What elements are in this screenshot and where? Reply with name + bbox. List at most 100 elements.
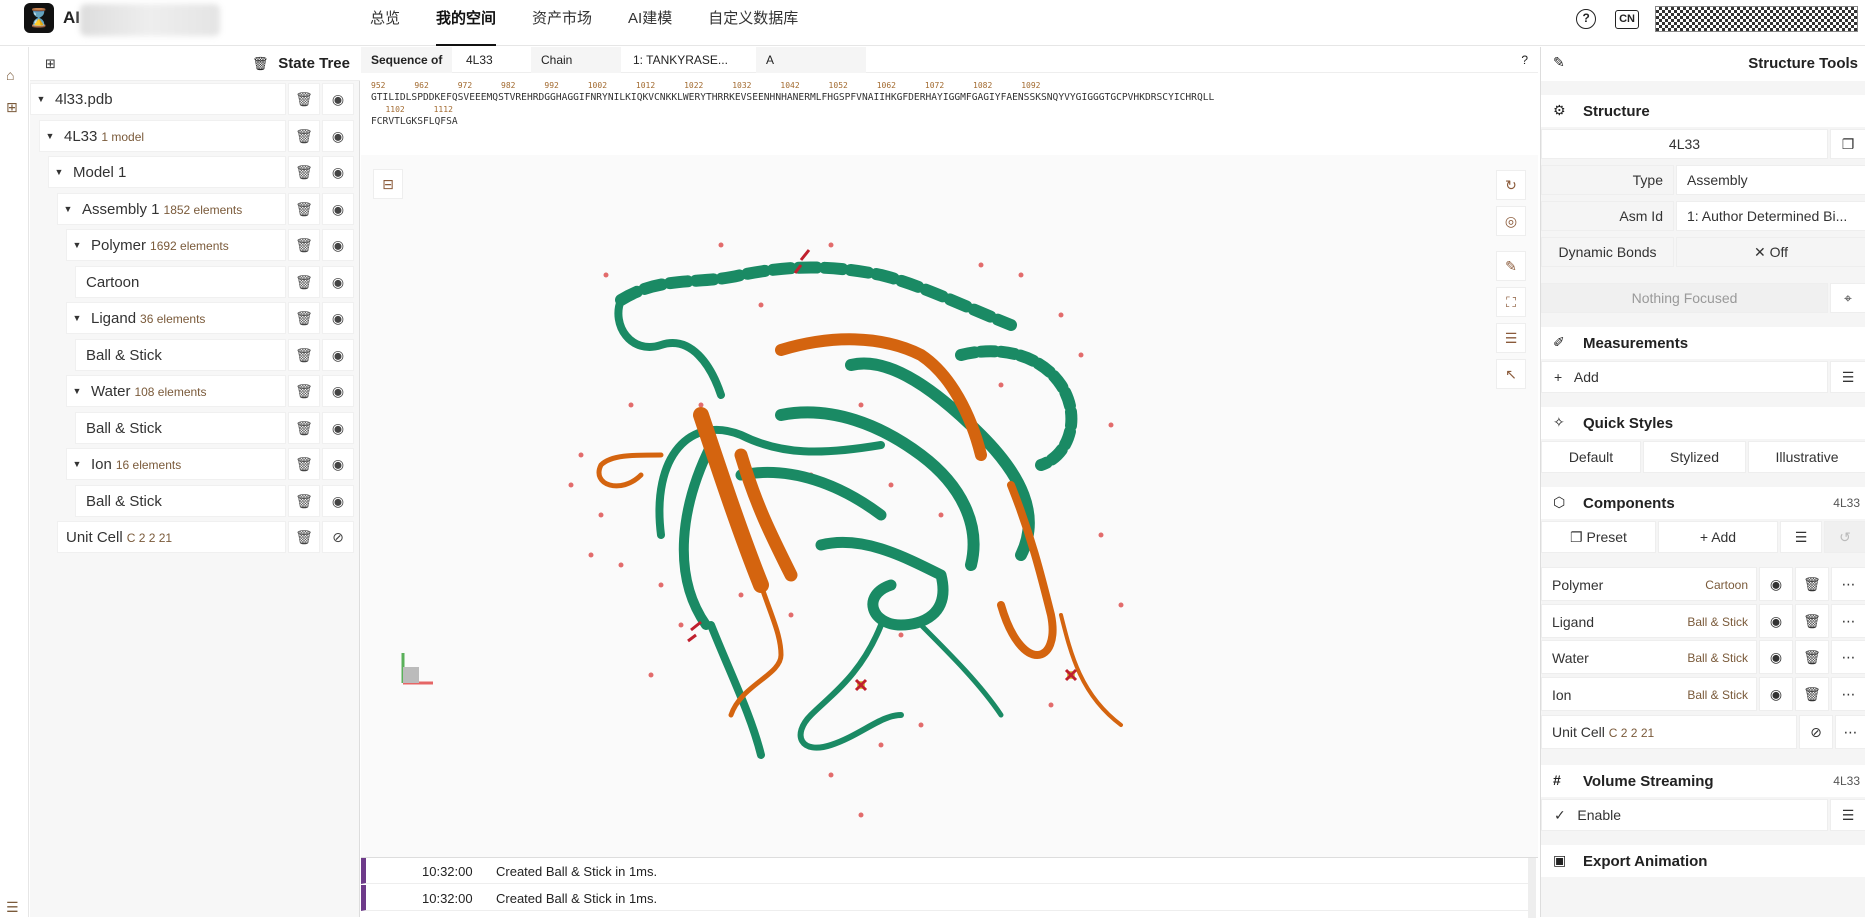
help-icon[interactable]: ? <box>1576 9 1597 29</box>
language-toggle[interactable]: CN <box>1615 9 1639 29</box>
app-logo-icon[interactable]: ⌛ <box>24 3 54 33</box>
preset-button[interactable]: ❐ Preset <box>1541 521 1656 553</box>
nav-overview[interactable]: 总览 <box>370 0 400 46</box>
collapse-caret-icon[interactable]: ▼ <box>33 91 49 107</box>
delete-icon[interactable]: 🗑 <box>1795 640 1829 674</box>
nav-my-space[interactable]: 我的空间 <box>436 0 497 46</box>
asm-id-select[interactable]: 1: Author Determined Bi... <box>1676 201 1865 231</box>
delete-icon[interactable]: 🗑 <box>288 484 320 517</box>
eye-icon[interactable]: ◉ <box>322 265 354 298</box>
component-row[interactable]: Polymer Cartoon <box>1541 567 1757 601</box>
delete-icon[interactable]: 🗑 <box>288 375 320 407</box>
user-avatar[interactable] <box>1655 6 1858 32</box>
nav-custom-db[interactable]: 自定义数据库 <box>708 0 798 46</box>
component-row[interactable]: Ligand Ball & Stick <box>1541 603 1757 638</box>
sequence-line[interactable]: GTILIDLSPDDKEFQSVEEEMQSTVREHRDGGHAGGIFNR… <box>371 91 1528 105</box>
more-icon[interactable]: ⋯ <box>1831 676 1865 711</box>
tree-node[interactable]: ▼ Water 108 elements <box>66 375 286 407</box>
tree-node[interactable]: Cartoon <box>75 265 286 298</box>
unit-cell-component[interactable]: Unit Cell C 2 2 21 <box>1541 715 1797 749</box>
quick-styles-section[interactable]: ✧ Quick Styles <box>1541 407 1865 439</box>
add-measurement-button[interactable]: + Add <box>1541 361 1828 393</box>
tree-node[interactable]: ▼ 4L33 1 model <box>39 119 286 152</box>
more-icon[interactable]: ⋯ <box>1831 567 1865 601</box>
component-options-icon[interactable]: ☰ <box>1780 521 1822 553</box>
tree-node[interactable]: ▼ 4l33.pdb <box>30 83 286 115</box>
delete-icon[interactable]: 🗑 <box>288 448 320 480</box>
delete-icon[interactable]: 🗑 <box>288 156 320 188</box>
eye-icon[interactable]: ◉ <box>1759 640 1793 674</box>
collapse-caret-icon[interactable]: ▼ <box>69 310 85 326</box>
log-scrollbar[interactable] <box>1528 858 1536 918</box>
delete-icon[interactable]: 🗑 <box>288 229 320 261</box>
sequence-chain-select[interactable]: A <box>756 47 866 73</box>
type-select[interactable]: Assembly <box>1676 165 1865 195</box>
delete-icon[interactable]: 🗑 <box>1795 567 1829 601</box>
collapse-caret-icon[interactable]: ▼ <box>69 456 85 472</box>
sequence-help-icon[interactable]: ? <box>1511 47 1538 73</box>
measurements-section[interactable]: ✐ Measurements <box>1541 327 1865 359</box>
delete-icon[interactable]: 🗑 <box>288 338 320 371</box>
copy-icon[interactable]: ❐ <box>1830 129 1865 159</box>
eye-icon[interactable]: ◉ <box>322 448 354 480</box>
style-default-button[interactable]: Default <box>1541 441 1641 473</box>
volume-options-icon[interactable]: ☰ <box>1830 799 1865 831</box>
collapse-caret-icon[interactable]: ▼ <box>51 164 67 180</box>
components-section[interactable]: ⬡ Components 4L33 <box>1541 487 1865 519</box>
tree-icon[interactable]: ⊞ <box>45 56 56 72</box>
delete-icon[interactable]: 🗑 <box>1795 676 1829 711</box>
delete-icon[interactable]: 🗑 <box>288 119 320 152</box>
eye-icon[interactable]: ◉ <box>322 229 354 261</box>
sequence-entry-select[interactable]: 4L33 <box>456 47 503 73</box>
collapse-caret-icon[interactable]: ▼ <box>42 128 58 144</box>
more-icon[interactable]: ⋯ <box>1831 603 1865 638</box>
tree-node[interactable]: ▼ Ion 16 elements <box>66 448 286 480</box>
protein-structure-render[interactable] <box>361 155 1538 857</box>
delete-icon[interactable]: 🗑 <box>288 302 320 334</box>
tree-node[interactable]: Unit Cell C 2 2 21 <box>57 521 286 553</box>
more-icon[interactable]: ⋯ <box>1835 715 1865 749</box>
structure-section[interactable]: ⚙ Structure <box>1541 95 1865 127</box>
eye-icon[interactable]: ◉ <box>1759 676 1793 711</box>
eye-icon[interactable]: ◉ <box>322 338 354 371</box>
eye-off-icon[interactable]: ⊘ <box>322 521 354 553</box>
sequence-entity-select[interactable]: 1: TANKYRASE... <box>623 47 738 73</box>
enable-volume-button[interactable]: ✓ Enable <box>1541 799 1828 831</box>
eye-icon[interactable]: ◉ <box>322 302 354 334</box>
eye-icon[interactable]: ◉ <box>322 83 354 115</box>
measurement-options-icon[interactable]: ☰ <box>1830 361 1865 393</box>
style-illustrative-button[interactable]: Illustrative <box>1748 441 1865 473</box>
tree-node[interactable]: ▼ Assembly 1 1852 elements <box>57 192 286 225</box>
nav-asset-market[interactable]: 资产市场 <box>532 0 592 46</box>
settings-sliders-icon[interactable]: ☰ <box>6 899 19 916</box>
eye-icon[interactable]: ◉ <box>322 156 354 188</box>
volume-streaming-section[interactable]: # Volume Streaming 4L33 <box>1541 765 1865 797</box>
delete-icon[interactable]: 🗑 <box>1795 603 1829 638</box>
tree-node[interactable]: Ball & Stick <box>75 411 286 444</box>
delete-all-icon[interactable]: 🗑 <box>252 56 269 72</box>
eye-icon[interactable]: ◉ <box>322 484 354 517</box>
eye-icon[interactable]: ◉ <box>322 119 354 152</box>
molecule-viewport[interactable]: ⊟ ↻ ◎ ✎ ⛶ ☰ ↖ <box>361 155 1538 857</box>
undo-icon[interactable]: ↺ <box>1824 521 1865 553</box>
delete-icon[interactable]: 🗑 <box>288 83 320 115</box>
component-row[interactable]: Water Ball & Stick <box>1541 640 1757 674</box>
delete-icon[interactable]: 🗑 <box>288 192 320 225</box>
delete-icon[interactable]: 🗑 <box>288 265 320 298</box>
eye-icon[interactable]: ◉ <box>1759 603 1793 638</box>
tree-node[interactable]: Ball & Stick <box>75 338 286 371</box>
tree-node[interactable]: ▼ Ligand 36 elements <box>66 302 286 334</box>
state-tree-icon[interactable]: ⊞ <box>6 99 18 116</box>
export-animation-section[interactable]: ▣ Export Animation <box>1541 845 1865 877</box>
style-stylized-button[interactable]: Stylized <box>1643 441 1746 473</box>
eye-off-icon[interactable]: ⊘ <box>1799 715 1833 749</box>
delete-icon[interactable]: 🗑 <box>288 521 320 553</box>
eye-icon[interactable]: ◉ <box>1759 567 1793 601</box>
add-component-button[interactable]: + Add <box>1658 521 1778 553</box>
component-row[interactable]: Ion Ball & Stick <box>1541 676 1757 711</box>
eye-icon[interactable]: ◉ <box>322 411 354 444</box>
sequence-view[interactable]: 952 962 972 982 992 1002 1012 1022 1032 … <box>361 73 1538 155</box>
delete-icon[interactable]: 🗑 <box>288 411 320 444</box>
home-icon[interactable]: ⌂ <box>6 67 14 83</box>
structure-entry-select[interactable]: 4L33 <box>1541 129 1828 159</box>
